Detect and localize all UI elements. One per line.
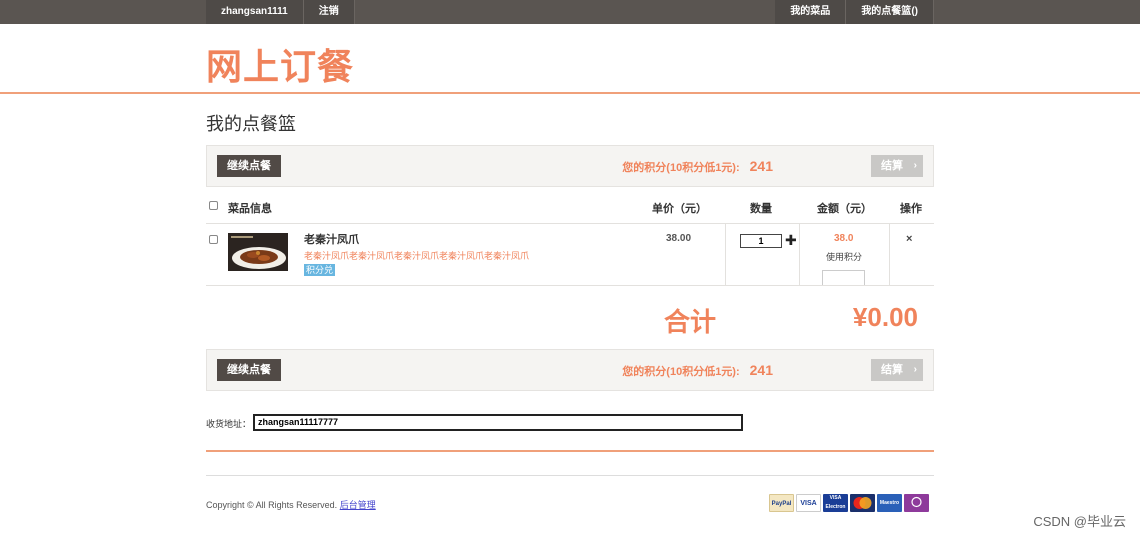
site-logo[interactable]: 网上订餐 (206, 38, 354, 90)
payment-icons: PayPal VISA VISA Electron Maestro (769, 494, 929, 512)
action-bar-top: 继续点餐 您的积分(10积分低1元): 241 结算 › (206, 145, 934, 187)
continue-ordering-button[interactable]: 继续点餐 (217, 155, 281, 177)
header-amount: 金额（元） (817, 203, 872, 215)
points-info: 您的积分(10积分低1元): 241 (622, 362, 773, 379)
checkout-label: 结算 (881, 364, 903, 376)
header-actions: 操作 (900, 203, 922, 215)
action-bar-bottom: 继续点餐 您的积分(10积分低1元): 241 结算 › (206, 349, 934, 391)
dish-name[interactable]: 老秦汁凤爪 (304, 231, 359, 247)
total-label: 合计 (664, 308, 717, 338)
maestro-icon: Maestro (877, 494, 902, 512)
delete-icon[interactable]: × (906, 233, 912, 245)
plus-icon[interactable]: ✚ (785, 232, 797, 248)
checkout-button[interactable]: 结算 › (871, 155, 923, 177)
table-row-divider (206, 285, 934, 286)
footer-divider-orange (206, 450, 934, 452)
points-label: 您的积分(10积分低1元): (622, 366, 740, 378)
select-all-checkbox[interactable] (209, 201, 218, 210)
chevron-right-icon: › (913, 364, 917, 375)
mastercard-icon (850, 494, 875, 512)
address-label: 收货地址： (206, 419, 252, 429)
column-divider (725, 224, 726, 286)
watermark: CSDN @毕业云 (1033, 514, 1126, 529)
visa-electron-icon: VISA Electron (823, 494, 848, 512)
column-divider (889, 224, 890, 286)
top-navigation-bar: zhangsan1111 注销 我的菜品 我的点餐篮() (0, 0, 1140, 24)
top-right-group: 我的菜品 我的点餐篮() (775, 0, 934, 24)
basket-count-close: ) (914, 6, 918, 17)
points-label: 您的积分(10积分低1元): (622, 162, 740, 174)
header-quantity: 数量 (750, 203, 772, 215)
points-value: 241 (749, 158, 773, 174)
continue-ordering-button[interactable]: 继续点餐 (217, 359, 281, 381)
header-divider (0, 92, 1140, 94)
checkout-button[interactable]: 结算 › (871, 359, 923, 381)
address-input[interactable]: zhangsan11117777 (253, 414, 743, 431)
points-info: 您的积分(10积分低1元): 241 (622, 158, 773, 175)
payment-method-icon (904, 494, 929, 512)
my-dishes-link[interactable]: 我的菜品 (775, 0, 847, 24)
row-checkbox[interactable] (209, 235, 218, 244)
use-points-input[interactable] (822, 270, 865, 286)
my-basket-link[interactable]: 我的点餐篮() (846, 0, 934, 24)
admin-link[interactable]: 后台管理 (340, 500, 376, 510)
dish-image[interactable] (228, 233, 288, 271)
header-unit-price: 单价（元） (652, 203, 707, 215)
footer-divider-gray (206, 475, 934, 476)
row-amount: 38.0 (834, 233, 854, 244)
my-basket-label: 我的点餐篮 (861, 6, 912, 17)
points-redeem-badge: 积分兑 (304, 264, 336, 276)
unit-price: 38.00 (666, 233, 692, 244)
top-left-group: zhangsan1111 注销 (206, 0, 355, 24)
chevron-right-icon: › (913, 160, 917, 171)
visa-icon: VISA (796, 494, 821, 512)
paypal-icon: PayPal (769, 494, 794, 512)
username-link[interactable]: zhangsan1111 (206, 0, 304, 24)
page-title: 我的点餐篮 (206, 114, 296, 135)
dish-description: 老秦汁凤爪老秦汁凤爪老秦汁凤爪老秦汁凤爪老秦汁凤爪 (304, 251, 530, 261)
copyright-text: Copyright © All Rights Reserved. 后台管理 (206, 498, 376, 511)
table-header-divider (206, 223, 934, 224)
use-points-label: 使用积分 (826, 252, 863, 262)
points-value: 241 (749, 362, 773, 378)
copyright-label: Copyright © All Rights Reserved. (206, 500, 338, 510)
header-dish-info: 菜品信息 (228, 203, 272, 215)
logout-link[interactable]: 注销 (303, 0, 355, 24)
checkout-label: 结算 (881, 160, 903, 172)
quantity-input[interactable]: 1 (740, 234, 782, 248)
total-value: ¥0.00 (852, 302, 918, 332)
column-divider (799, 224, 800, 286)
